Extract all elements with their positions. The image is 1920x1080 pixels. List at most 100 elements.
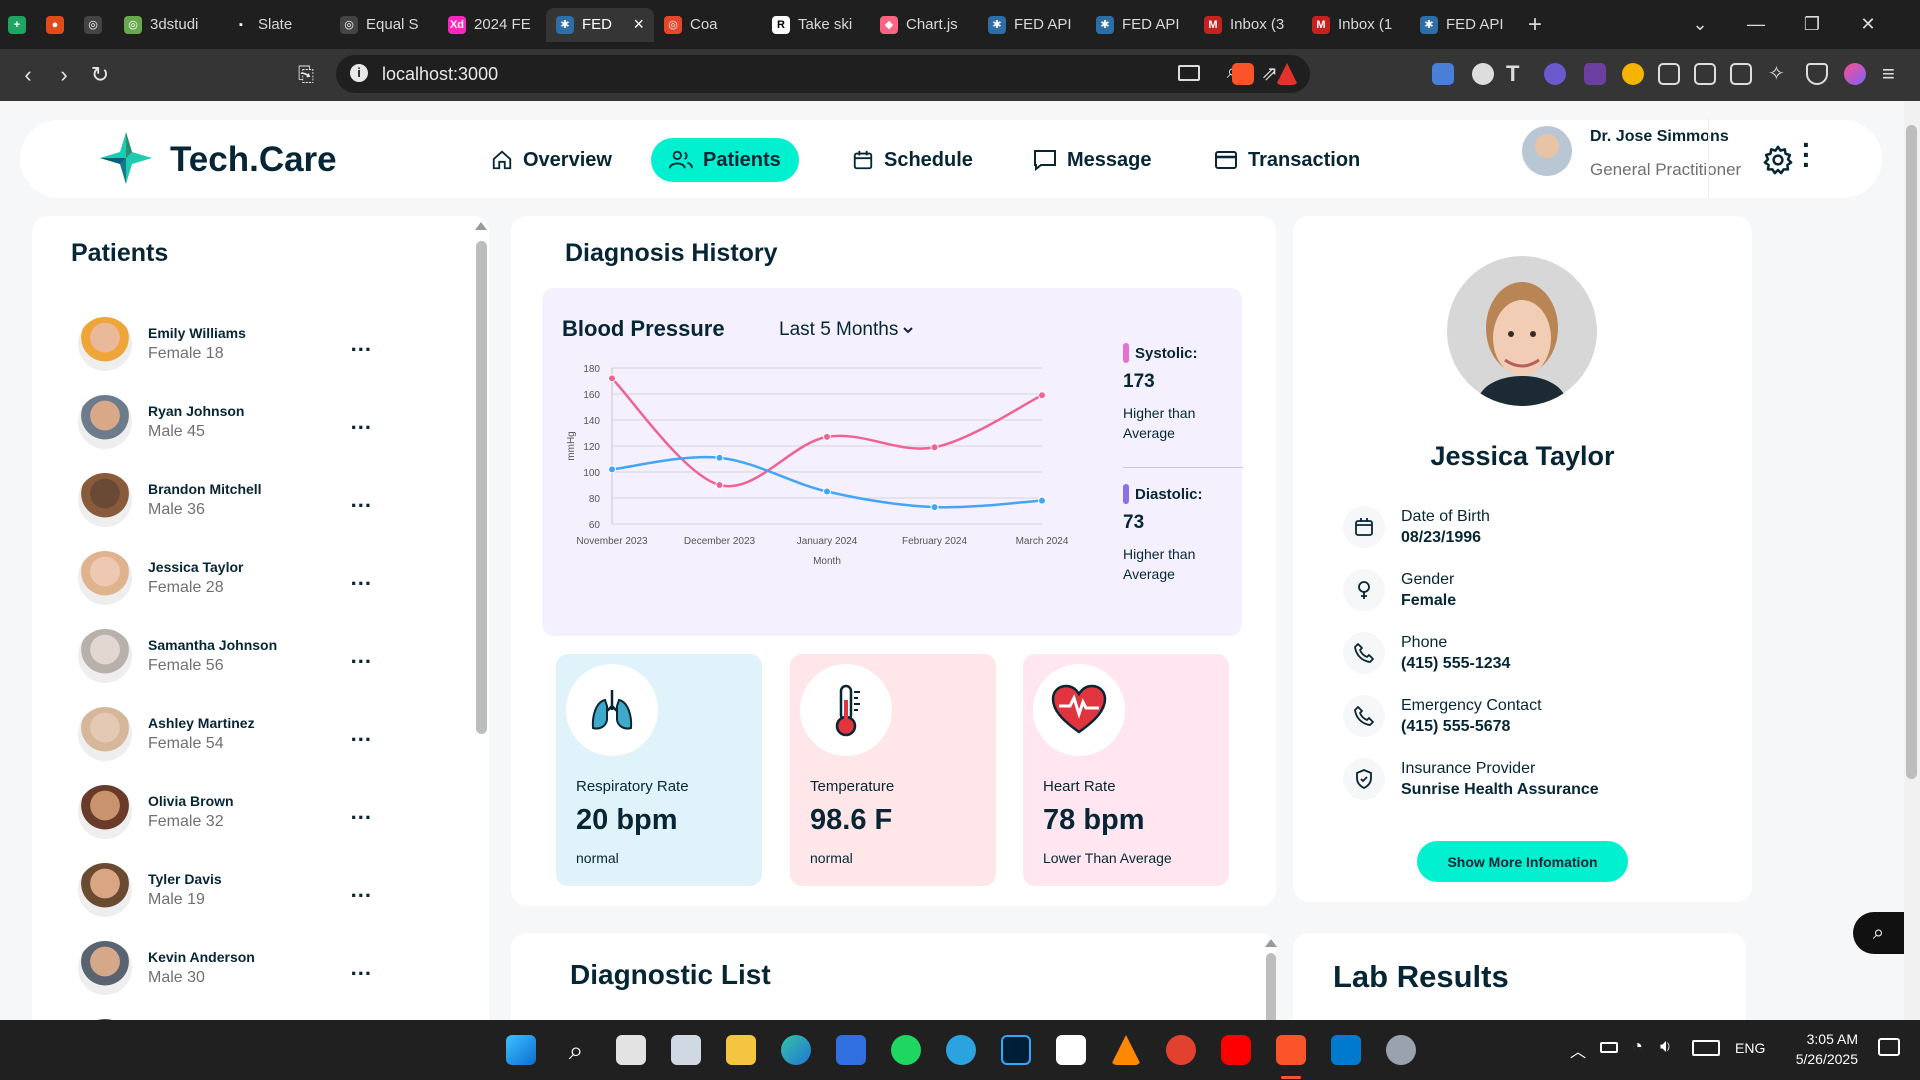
store-icon[interactable] — [836, 1035, 866, 1065]
more-horizontal-icon[interactable]: ... — [351, 565, 372, 591]
more-horizontal-icon[interactable]: ... — [351, 409, 372, 435]
spotify-icon[interactable] — [891, 1035, 921, 1065]
puzzle-icon[interactable] — [1658, 63, 1680, 85]
browser-tab[interactable]: ◎ Equal S — [330, 8, 438, 42]
task-view-icon[interactable] — [616, 1035, 646, 1065]
patient-list-item[interactable]: Ryan Johnson Male 45... — [62, 391, 402, 453]
bookmark-icon[interactable]: ⎘ — [288, 64, 324, 87]
settings-gear-icon[interactable] — [1763, 145, 1793, 175]
capcut-icon[interactable] — [1056, 1035, 1086, 1065]
nav-patients[interactable]: Patients — [651, 138, 799, 182]
browser-tab[interactable]: ✱ FED API — [978, 8, 1086, 42]
nav-overview[interactable]: Overview — [473, 138, 630, 182]
doctor-avatar[interactable] — [1522, 126, 1572, 176]
scroll-up-arrow[interactable] — [1265, 939, 1277, 947]
show-more-info-button[interactable]: Show More Infomation — [1417, 841, 1628, 882]
patient-list-item[interactable]: Tyler Davis Male 19... — [62, 859, 402, 921]
patients-scrollbar-thumb[interactable] — [476, 241, 487, 734]
patient-list-item[interactable]: Emily Williams Female 18... — [62, 313, 402, 375]
browser-tab[interactable]: Xd 2024 FE — [438, 8, 546, 42]
widgets-icon[interactable] — [671, 1035, 701, 1065]
back-icon[interactable]: ‹ — [10, 62, 46, 88]
more-vertical-icon[interactable]: · · · — [1802, 131, 1811, 179]
patient-list-item[interactable]: Ashley Martinez Female 54... — [62, 703, 402, 765]
close-tab-icon[interactable]: × — [633, 14, 644, 35]
share-icon[interactable]: ⇗ — [1261, 61, 1278, 86]
browser-tab[interactable]: ● — [38, 8, 76, 42]
new-tab-icon[interactable]: + — [1518, 8, 1558, 42]
reload-icon[interactable]: ↻ — [82, 62, 118, 88]
url-input[interactable]: i localhost:3000 ⌕ ⇗ — [336, 55, 1310, 93]
brave-shield-icon[interactable] — [1232, 63, 1254, 85]
more-horizontal-icon[interactable]: ... — [351, 331, 372, 357]
start-icon[interactable] — [506, 1035, 536, 1065]
browser-tab[interactable]: ▪ Slate — [222, 8, 330, 42]
youtube-icon[interactable] — [1221, 1035, 1251, 1065]
telegram-icon[interactable] — [946, 1035, 976, 1065]
browser-tab-active[interactable]: ✱ FED × — [546, 7, 654, 42]
diagnostic-scrollbar-thumb[interactable] — [1266, 953, 1276, 1020]
more-horizontal-icon[interactable]: ... — [351, 643, 372, 669]
patient-list-item[interactable]: Samantha Johnson Female 56... — [62, 625, 402, 687]
browser-tab[interactable]: ◎ Coa — [654, 8, 762, 42]
wps-icon[interactable] — [1166, 1035, 1196, 1065]
patient-list-item[interactable]: Olivia Brown Female 32... — [62, 781, 402, 843]
browser-tab[interactable]: ◎ 3dstudi — [114, 8, 222, 42]
browser-tab[interactable]: ✱ FED API — [1086, 8, 1194, 42]
browser-tab[interactable]: R Take ski — [762, 8, 870, 42]
edge-icon[interactable] — [781, 1035, 811, 1065]
wallet-icon[interactable] — [1730, 63, 1752, 85]
browser-tab[interactable]: ◆ Chart.js — [870, 8, 978, 42]
browser-tab[interactable]: ◎ — [76, 8, 114, 42]
vpn-icon[interactable] — [1806, 63, 1828, 85]
settings-taskbar-icon[interactable] — [1386, 1035, 1416, 1065]
sidebar-icon[interactable] — [1694, 63, 1716, 85]
clock[interactable]: 3:05 AM 5/26/2025 — [1783, 1029, 1858, 1069]
keyboard-icon[interactable] — [1692, 1040, 1720, 1056]
browser-tab[interactable]: M Inbox (1 — [1302, 8, 1410, 42]
tray-chevron-icon[interactable]: ︿ — [1570, 1038, 1586, 1062]
extension-icon[interactable] — [1584, 63, 1606, 85]
cast-icon[interactable] — [1178, 65, 1200, 81]
language-indicator[interactable]: ENG — [1735, 1040, 1765, 1056]
site-info-icon[interactable]: i — [350, 64, 368, 82]
browser-tab[interactable]: M Inbox (3 — [1194, 8, 1302, 42]
more-horizontal-icon[interactable]: ... — [351, 955, 372, 981]
wifi-icon[interactable]: ◔ — [1632, 1036, 1643, 1057]
vlc-icon[interactable] — [1111, 1035, 1141, 1065]
tab-list-icon[interactable]: ⌄ — [1672, 14, 1728, 35]
page-scrollbar[interactable] — [1904, 101, 1920, 1020]
volume-icon[interactable]: 🔉︎ — [1660, 1036, 1671, 1057]
notifications-icon[interactable] — [1878, 1038, 1900, 1056]
restore-icon[interactable]: ❐ — [1784, 14, 1840, 35]
patient-list-item[interactable]: Jessica Taylor Female 28... — [62, 547, 402, 609]
extension-icon[interactable] — [1544, 63, 1566, 85]
close-window-icon[interactable]: ✕ — [1840, 14, 1896, 35]
range-dropdown[interactable]: Last 5 Months — [779, 319, 914, 341]
menu-icon[interactable]: ≡ — [1882, 63, 1904, 85]
brave-taskbar-icon[interactable] — [1276, 1035, 1306, 1065]
more-horizontal-icon[interactable]: ... — [351, 799, 372, 825]
patient-list-item[interactable]: Brandon Mitchell Male 36... — [62, 469, 402, 531]
page-scrollbar-thumb[interactable] — [1906, 125, 1917, 779]
browser-tab[interactable]: ✱ FED API — [1410, 8, 1518, 42]
leo-icon[interactable]: ✧ — [1768, 63, 1790, 85]
profile-icon[interactable] — [1844, 63, 1866, 85]
more-horizontal-icon[interactable]: ... — [351, 721, 372, 747]
nav-message[interactable]: Message — [1015, 138, 1170, 182]
more-horizontal-icon[interactable]: ... — [351, 487, 372, 513]
battery-icon[interactable] — [1600, 1042, 1618, 1053]
nav-transaction[interactable]: Transaction — [1196, 138, 1378, 182]
patient-list-item[interactable]: Kevin Anderson Male 30... — [62, 937, 402, 999]
browser-tab[interactable]: + — [0, 8, 38, 42]
file-explorer-icon[interactable] — [726, 1035, 756, 1065]
nav-schedule[interactable]: Schedule — [834, 138, 991, 182]
photoshop-icon[interactable] — [1001, 1035, 1031, 1065]
minimize-icon[interactable]: — — [1728, 14, 1784, 35]
extension-icon[interactable] — [1622, 63, 1644, 85]
more-horizontal-icon[interactable]: ... — [351, 877, 372, 903]
scroll-up-arrow[interactable] — [475, 222, 487, 230]
forward-icon[interactable]: › — [46, 62, 82, 88]
search-icon[interactable]: ⌕ — [561, 1035, 591, 1065]
vscode-icon[interactable] — [1331, 1035, 1361, 1065]
